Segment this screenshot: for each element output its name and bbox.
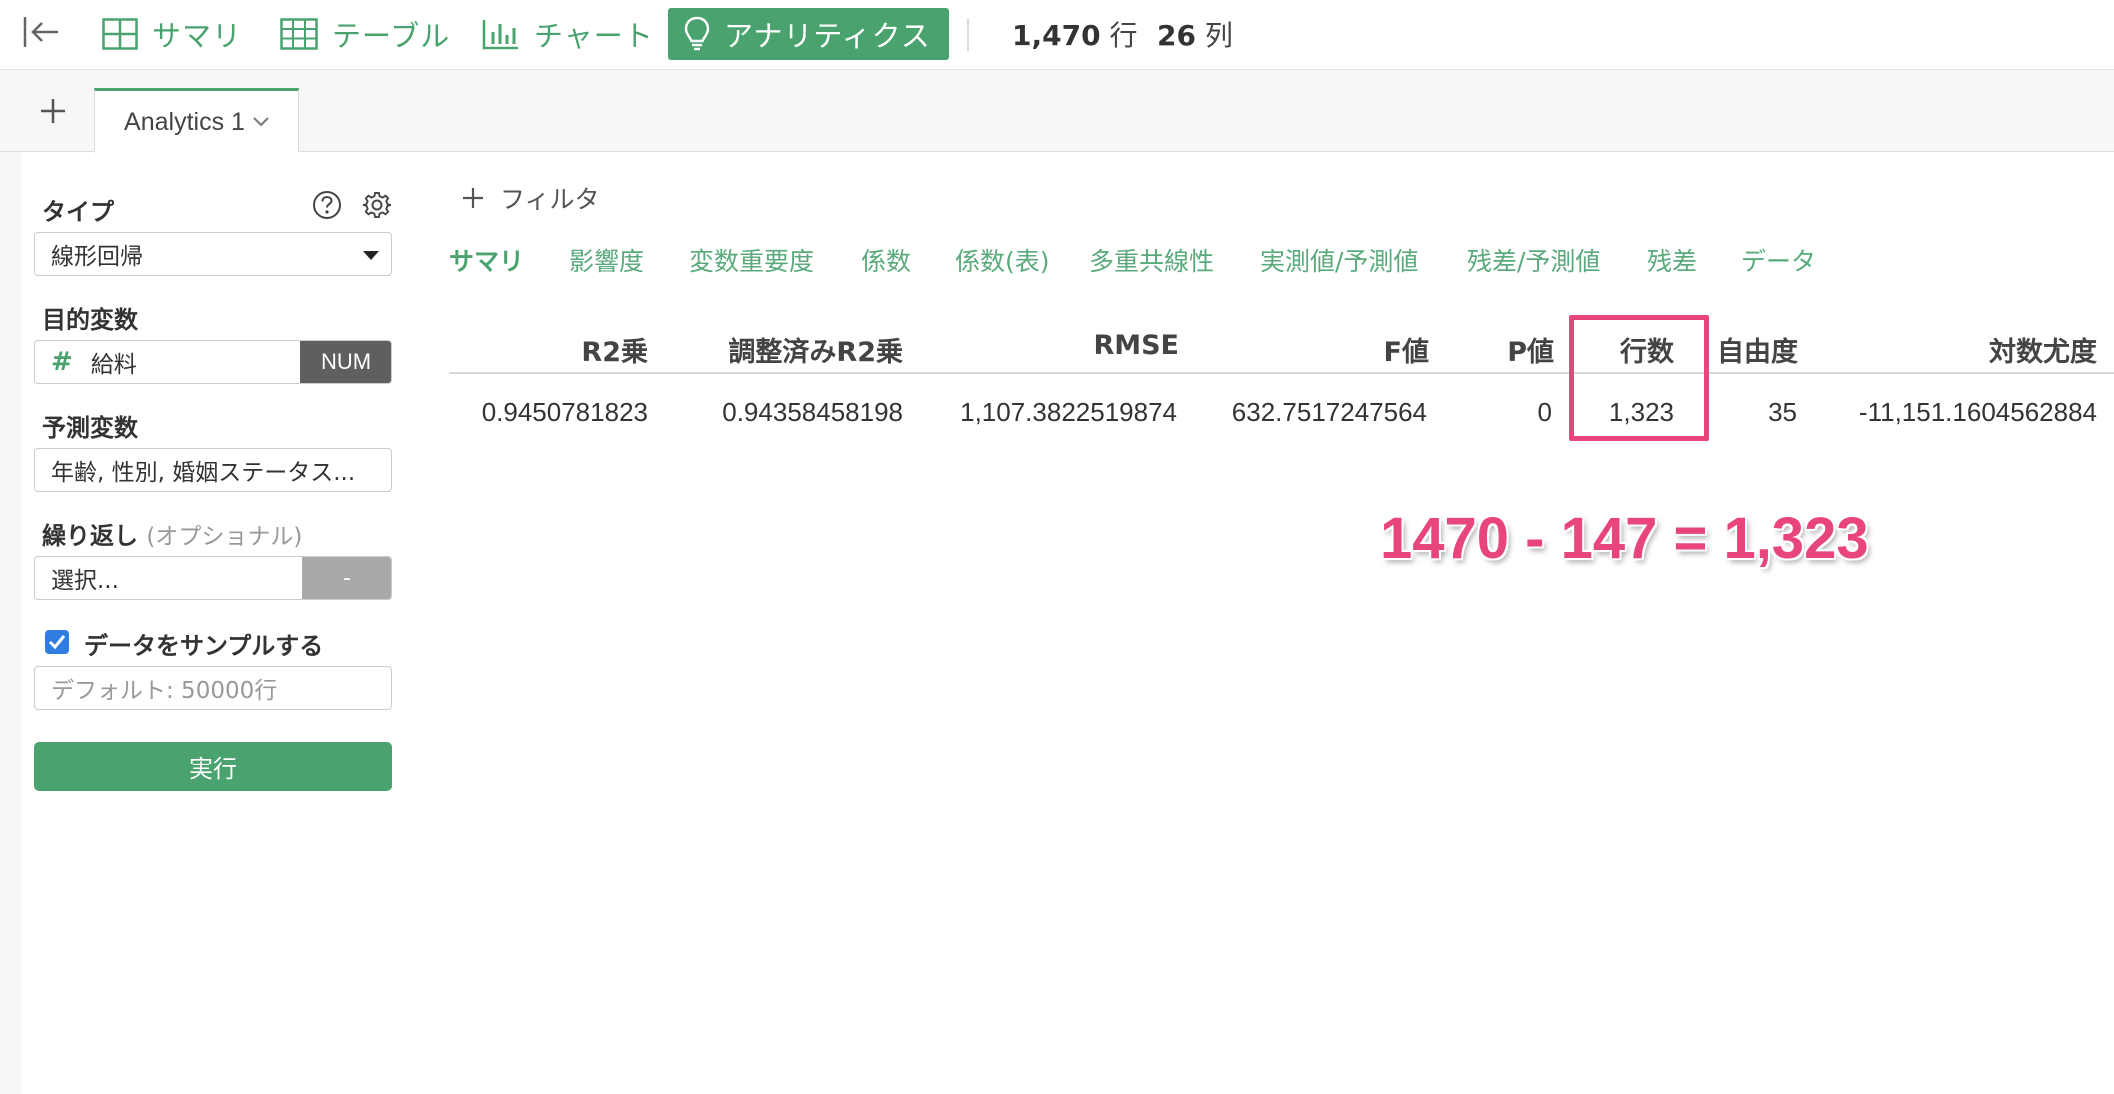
checkmark-icon xyxy=(48,635,66,650)
predictor-variables-field[interactable]: 年齢, 性別, 婚姻ステータス... xyxy=(34,448,392,492)
sample-checkbox[interactable] xyxy=(45,630,69,654)
subtab-actual-vs-predicted[interactable]: 実測値/予測値 xyxy=(1260,242,1418,278)
target-variable-field[interactable]: # 給料 NUM xyxy=(34,340,392,384)
cell-rmse: 1,107.3822519874 xyxy=(960,397,1177,427)
bar-chart-icon xyxy=(482,20,518,50)
target-type-badge[interactable]: NUM xyxy=(300,341,391,383)
predictor-variables-value: 年齢, 性別, 婚姻ステータス... xyxy=(51,460,356,486)
row-count: 1,470 行 xyxy=(1012,14,1138,54)
header-rmse: RMSE xyxy=(1093,330,1179,361)
nav-analytics[interactable]: アナリティクス xyxy=(668,8,949,60)
cell-r2: 0.9450781823 xyxy=(481,397,648,427)
repeat-optional-text: (オプショナル) xyxy=(146,524,303,550)
type-label: タイプ xyxy=(42,198,114,226)
header-p-value: P値 xyxy=(1507,337,1554,368)
subtab-variable-importance[interactable]: 変数重要度 xyxy=(689,242,814,278)
run-button[interactable]: 実行 xyxy=(34,742,392,791)
repeat-select[interactable]: 選択... - xyxy=(34,556,392,600)
toolbar-divider xyxy=(967,19,969,51)
add-tab-icon[interactable] xyxy=(40,98,66,124)
cell-p-value: 0 xyxy=(1537,397,1552,427)
lightbulb-icon xyxy=(684,16,710,51)
subtab-influence[interactable]: 影響度 xyxy=(569,242,644,278)
column-count-value: 26 xyxy=(1157,19,1196,52)
subtab-coefficients[interactable]: 係数 xyxy=(861,242,911,278)
sample-label[interactable]: データをサンプルする xyxy=(84,626,323,661)
table-icon xyxy=(280,18,318,50)
help-icon[interactable] xyxy=(312,190,342,220)
header-degrees-of-freedom: 自由度 xyxy=(1717,337,1798,368)
annotation-text: 1470 - 147 = 1,323 xyxy=(1380,506,1869,571)
left-gutter xyxy=(0,152,22,1094)
plus-icon xyxy=(463,188,483,208)
nav-summary-label: サマリ xyxy=(152,19,243,53)
nav-analytics-label: アナリティクス xyxy=(724,19,931,53)
row-count-unit: 行 xyxy=(1109,19,1138,52)
cell-adjusted-r2: 0.94358458198 xyxy=(722,397,903,427)
nav-summary[interactable]: サマリ xyxy=(102,8,242,60)
analytics-settings-panel: タイプ 線形回帰 目的変数 # 給料 NUM 予測変数 年齢, 性別, 婚姻ステ… xyxy=(22,152,422,1094)
target-variable-value: 給料 xyxy=(90,352,137,378)
type-select[interactable]: 線形回帰 xyxy=(34,232,392,276)
subtab-data[interactable]: データ xyxy=(1741,242,1816,278)
header-adjusted-r2: 調整済みR2乗 xyxy=(728,337,903,368)
subtab-residual-vs-predicted[interactable]: 残差/予測値 xyxy=(1467,242,1600,278)
header-log-likelihood: 対数尤度 xyxy=(1989,337,2097,368)
subtab-summary[interactable]: サマリ xyxy=(449,242,524,278)
subtab-residuals[interactable]: 残差 xyxy=(1647,242,1697,278)
column-count-unit: 列 xyxy=(1204,19,1233,52)
nav-table[interactable]: テーブル xyxy=(280,8,450,60)
sample-size-input[interactable]: デフォルト: 50000行 xyxy=(34,666,392,710)
nav-table-label: テーブル xyxy=(332,19,451,53)
repeat-clear-button[interactable]: - xyxy=(302,557,391,599)
nav-chart-label: チャート xyxy=(534,19,654,53)
gear-icon[interactable] xyxy=(362,190,392,220)
cell-f-value: 632.7517247564 xyxy=(1231,397,1427,427)
tab-analytics-1[interactable]: Analytics 1 xyxy=(94,88,299,153)
target-variable-label: 目的変数 xyxy=(42,306,138,334)
column-count: 26 列 xyxy=(1157,14,1233,54)
type-select-value: 線形回帰 xyxy=(51,244,143,270)
nav-chart[interactable]: チャート xyxy=(482,8,654,60)
predictor-variables-label: 予測変数 xyxy=(42,414,138,442)
cell-log-likelihood: -11,151.1604562884 xyxy=(1858,397,2097,427)
filter-label: フィルタ xyxy=(500,185,600,214)
top-toolbar: サマリ テーブル チャート アナリティクス 1,470 行 26 列 xyxy=(0,0,2114,70)
repeat-label-text: 繰り返し xyxy=(42,522,138,550)
caret-down-icon xyxy=(363,251,379,260)
tab-label: Analytics 1 xyxy=(124,107,245,136)
repeat-select-placeholder: 選択... xyxy=(51,568,119,594)
repeat-label: 繰り返し (オプショナル) xyxy=(42,516,302,551)
cell-degrees-of-freedom: 35 xyxy=(1768,397,1797,427)
sample-size-placeholder: デフォルト: 50000行 xyxy=(51,678,278,704)
header-r2: R2乗 xyxy=(581,337,648,368)
row-count-value: 1,470 xyxy=(1012,19,1101,52)
summary-grid-icon xyxy=(102,18,138,50)
chevron-down-icon[interactable] xyxy=(253,117,269,127)
collapse-left-icon[interactable] xyxy=(22,15,60,49)
add-filter-button[interactable]: フィルタ xyxy=(462,180,600,216)
table-header-divider xyxy=(449,372,2114,374)
subtab-multicollinearity[interactable]: 多重共線性 xyxy=(1089,242,1214,278)
numeric-hash-icon: # xyxy=(51,347,73,377)
header-f-value: F値 xyxy=(1383,337,1429,368)
subtab-coefficients-table[interactable]: 係数(表) xyxy=(955,242,1050,278)
analytics-tab-strip: Analytics 1 xyxy=(0,70,2114,153)
row-count-highlight-box xyxy=(1569,315,1709,441)
